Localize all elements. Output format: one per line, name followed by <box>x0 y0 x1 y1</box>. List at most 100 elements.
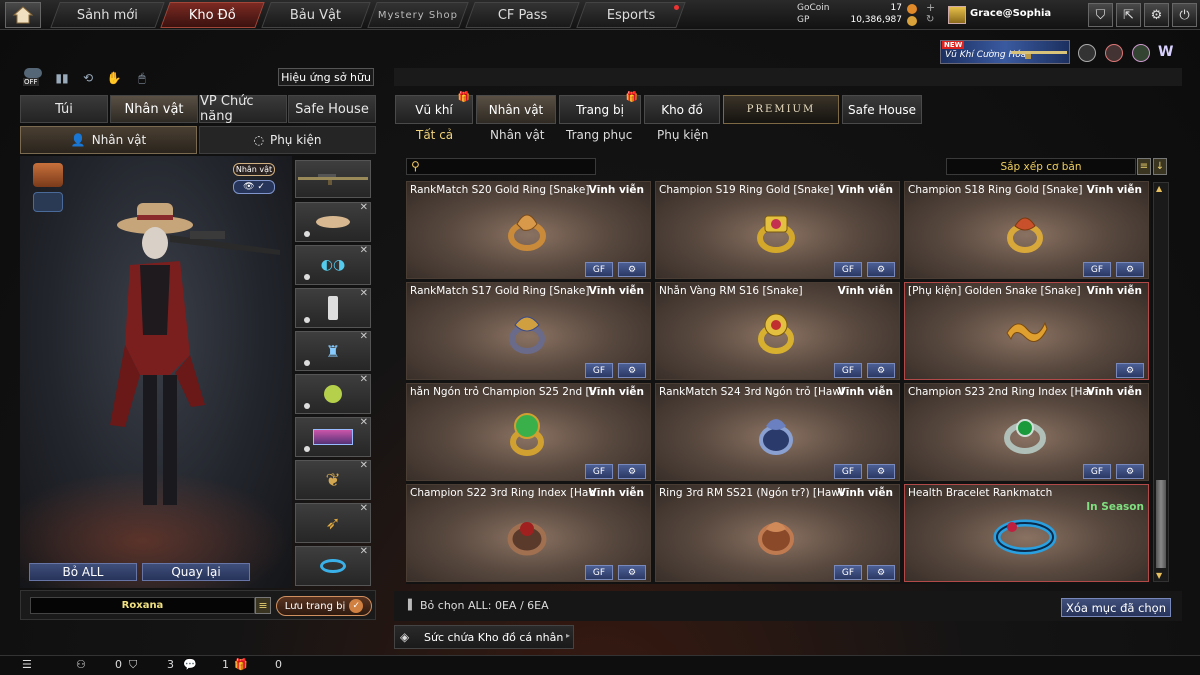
item-card[interactable]: hẫn Ngón trỏ Champion S25 2nd [Hawk] Vĩn… <box>406 383 651 481</box>
mouse-icon[interactable]: 🖱 <box>132 68 152 88</box>
settings-button[interactable]: ⚙ <box>1116 262 1144 277</box>
scroll-thumb[interactable] <box>1156 480 1166 568</box>
gift-button[interactable]: GF <box>834 262 862 277</box>
event-icon-2[interactable] <box>1105 44 1123 62</box>
slot-case[interactable]: ✕ <box>295 417 371 457</box>
slot-weapon[interactable] <box>295 160 371 198</box>
tab-cf-pass[interactable]: CF Pass <box>465 2 580 28</box>
settings-button[interactable]: ⚙ <box>618 464 646 479</box>
gift-button[interactable]: GF <box>585 262 613 277</box>
visibility-toggle[interactable]: OFF <box>22 68 44 88</box>
scroll-down-icon[interactable]: ▼ <box>1156 571 1162 580</box>
remove-icon[interactable]: ✕ <box>360 245 368 256</box>
tab-bag[interactable]: Túi <box>20 95 108 123</box>
gift-button[interactable]: GF <box>834 565 862 580</box>
ownership-effect-button[interactable]: Hiệu ứng sở hữu <box>278 68 374 86</box>
item-card[interactable]: Nhẫn Vàng RM S16 [Snake] Vĩnh viễn GF ⚙ <box>655 282 900 380</box>
search-input[interactable] <box>427 160 592 173</box>
clan-shield-icon[interactable]: ⛉ <box>129 658 137 672</box>
slot-hat[interactable]: ✕ <box>295 202 371 242</box>
settings-button[interactable]: ⚙ <box>618 262 646 277</box>
gift-button[interactable]: GF <box>1083 464 1111 479</box>
gift-box-icon[interactable]: 🎁 <box>234 658 248 671</box>
item-card[interactable]: RankMatch S24 3rd Ngón trỏ [Hawk] Vĩnh v… <box>655 383 900 481</box>
settings-button[interactable]: ⚙ <box>867 464 895 479</box>
remove-icon[interactable]: ✕ <box>360 503 368 514</box>
gift-button[interactable]: GF <box>834 363 862 378</box>
category-all[interactable]: Tất cả <box>416 128 453 146</box>
settings-button[interactable]: ⚙ <box>618 363 646 378</box>
clan-button[interactable]: ⛉ <box>1088 3 1113 27</box>
gift-button[interactable]: GF <box>585 363 613 378</box>
settings-button[interactable]: ⚙ <box>1144 3 1169 27</box>
slot-figure[interactable]: ✕ ♜ <box>295 331 371 371</box>
list-icon[interactable]: ☰ <box>22 658 32 671</box>
item-card-selected[interactable]: [Phụ kiện] Golden Snake [Snake] Vĩnh viễ… <box>904 282 1149 380</box>
exit-room-button[interactable]: ⇱ <box>1116 3 1141 27</box>
settings-button[interactable]: ⚙ <box>1116 464 1144 479</box>
scroll-up-icon[interactable]: ▲ <box>1156 184 1162 193</box>
tab-safe-house-right[interactable]: Safe House <box>842 95 922 124</box>
tab-mystery-shop[interactable]: Mystery Shop <box>367 2 469 28</box>
select-all-status[interactable]: Bỏ chọn ALL: 0EA / 6EA <box>420 599 549 612</box>
category-character[interactable]: Nhân vật <box>490 128 545 146</box>
tab-treasure[interactable]: Bảu Vật <box>261 2 371 28</box>
settings-button[interactable]: ⚙ <box>867 363 895 378</box>
item-card[interactable]: Champion S19 Ring Gold [Snake] Vĩnh viễn… <box>655 181 900 279</box>
stats-icon[interactable]: ▮▮ <box>52 68 72 88</box>
menu-icon[interactable]: ≡ <box>255 597 271 614</box>
search-box[interactable]: ⚲ <box>406 158 596 175</box>
item-card[interactable]: Champion S18 Ring Gold [Snake] Vĩnh viễn… <box>904 181 1149 279</box>
settings-button[interactable]: ⚙ <box>618 565 646 580</box>
item-card[interactable]: RankMatch S17 Gold Ring [Snake] Vĩnh viễ… <box>406 282 651 380</box>
tab-lobby[interactable]: Sảnh mới <box>50 2 165 28</box>
settings-button[interactable]: ⚙ <box>867 565 895 580</box>
remove-icon[interactable]: ✕ <box>360 417 368 428</box>
bag-slot-1-icon[interactable] <box>33 163 63 187</box>
add-currency-icon[interactable]: + <box>926 1 935 14</box>
item-card[interactable]: RankMatch S20 Gold Ring [Snake] Vĩnh viễ… <box>406 181 651 279</box>
chat-icon[interactable]: 💬 <box>183 658 197 671</box>
remove-icon[interactable]: ✕ <box>360 374 368 385</box>
tab-weapons[interactable]: Vũ khí 🎁 <box>395 92 473 124</box>
bag-slot-2-icon[interactable] <box>33 192 63 212</box>
event-icon-3[interactable] <box>1132 44 1150 62</box>
item-card[interactable]: Champion S22 3rd Ring Index [Hawk] Vĩnh … <box>406 484 651 582</box>
avatar[interactable] <box>948 6 966 24</box>
event-icon-4[interactable]: W <box>1158 44 1180 62</box>
item-card-selected[interactable]: Health Bracelet Rankmatch In Season <box>904 484 1149 582</box>
pose-icon[interactable]: ✋ <box>104 68 124 88</box>
category-outfit[interactable]: Trang phục <box>566 128 632 146</box>
save-loadout-button[interactable]: Lưu trang bị ✓ <box>276 596 372 616</box>
remove-icon[interactable]: ✕ <box>360 460 368 471</box>
remove-icon[interactable]: ✕ <box>360 546 368 557</box>
remove-icon[interactable]: ✕ <box>360 288 368 299</box>
slot-glasses[interactable]: ✕ ◐◑ <box>295 245 371 285</box>
tab-character[interactable]: Nhân vật <box>110 95 198 123</box>
gift-button[interactable]: GF <box>585 565 613 580</box>
promo-banner[interactable]: NEW Vũ Khí Cường Hóa <box>940 40 1070 64</box>
tab-esports[interactable]: Esports <box>576 2 686 28</box>
settings-button[interactable]: ⚙ <box>1116 363 1144 378</box>
gift-button[interactable]: GF <box>1083 262 1111 277</box>
character-badge[interactable]: Nhân vật <box>233 163 275 176</box>
tab-characters[interactable]: Nhân vật <box>476 95 556 124</box>
power-button[interactable]: ⏻ <box>1172 3 1197 27</box>
tab-safe-house[interactable]: Safe House <box>288 95 376 123</box>
sort-dropdown[interactable]: Sắp xếp cơ bản <box>946 158 1136 175</box>
delete-selected-button[interactable]: Xóa mục đã chọn <box>1061 598 1171 617</box>
sort-list-icon[interactable]: ≡ <box>1137 158 1151 175</box>
remove-all-button[interactable]: Bỏ ALL <box>29 563 137 581</box>
category-accessory[interactable]: Phụ kiện <box>657 128 709 146</box>
remove-icon[interactable]: ✕ <box>360 331 368 342</box>
eye-toggle[interactable]: 👁 ✓ <box>233 180 275 194</box>
tab-functional[interactable]: VP Chức năng <box>199 94 287 124</box>
friends-icon[interactable]: ⚇ <box>76 658 86 671</box>
gift-button[interactable]: GF <box>585 464 613 479</box>
slot-radio[interactable]: ✕ <box>295 288 371 328</box>
back-button[interactable]: Quay lại <box>142 563 250 581</box>
refresh-icon[interactable]: ↻ <box>926 14 934 25</box>
rotate-icon[interactable]: ⟲ <box>78 68 98 88</box>
event-icon-1[interactable] <box>1078 44 1096 62</box>
tab-inventory[interactable]: Kho Đồ <box>160 2 265 28</box>
